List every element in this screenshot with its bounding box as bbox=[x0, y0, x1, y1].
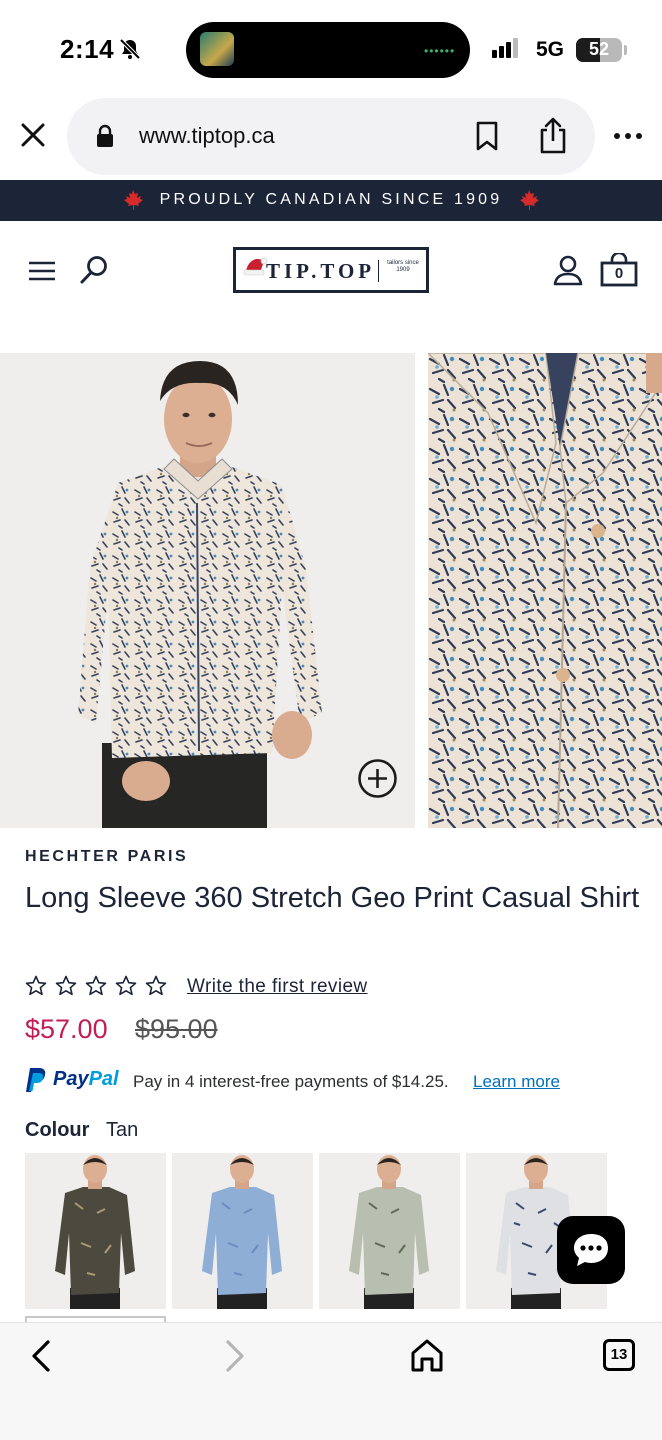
zoom-plus-icon[interactable] bbox=[357, 758, 398, 799]
sale-price: $57.00 bbox=[25, 1014, 108, 1044]
swatch-sage-photo bbox=[319, 1153, 460, 1309]
star-outline-icon bbox=[145, 975, 167, 996]
bell-muted-icon bbox=[119, 38, 141, 60]
collar-detail-illustration bbox=[428, 353, 662, 828]
logo-tagline: tailors since 1909 bbox=[387, 260, 419, 273]
lock-icon bbox=[97, 124, 113, 147]
paypal-message: Pay in 4 interest-free payments of $14.2… bbox=[133, 1072, 449, 1091]
announcement-bar: PROUDLY CANADIAN SINCE 1909 bbox=[0, 180, 662, 221]
close-icon[interactable] bbox=[18, 120, 48, 150]
audio-waveform-icon: •••••• bbox=[424, 44, 456, 58]
battery-percent: 52 bbox=[588, 39, 610, 59]
logo-divider bbox=[378, 260, 379, 282]
product-title: Long Sleeve 360 Stretch Geo Print Casual… bbox=[25, 882, 640, 914]
account-icon[interactable] bbox=[553, 254, 583, 286]
swatch-dark-floral-photo bbox=[25, 1153, 166, 1309]
rating-stars bbox=[25, 975, 175, 1002]
cart-count: 0 bbox=[614, 265, 624, 282]
more-icon[interactable] bbox=[612, 126, 644, 146]
product-brand[interactable]: HECHTER PARIS bbox=[25, 848, 188, 866]
cellular-signal-icon bbox=[492, 38, 520, 58]
product-gallery[interactable] bbox=[0, 353, 662, 828]
santa-hat-icon bbox=[243, 257, 268, 276]
colour-swatch[interactable] bbox=[319, 1153, 460, 1309]
model-front-photo[interactable] bbox=[0, 353, 415, 828]
swatch-blue-photo bbox=[172, 1153, 313, 1309]
chat-button[interactable] bbox=[557, 1216, 625, 1284]
status-bar: 2:14 •••••• 5G 52 bbox=[0, 0, 662, 100]
star-outline-icon bbox=[115, 975, 137, 996]
share-icon[interactable] bbox=[538, 116, 568, 154]
collar-detail-photo[interactable] bbox=[428, 353, 662, 828]
home-icon[interactable] bbox=[410, 1337, 444, 1373]
logo-wordmark: TIP.TOP bbox=[266, 259, 376, 283]
paypal-word-pal: Pal bbox=[88, 1068, 119, 1090]
star-outline-icon bbox=[85, 975, 107, 996]
tabs-icon[interactable]: 13 bbox=[603, 1339, 635, 1371]
colour-label: Colour bbox=[25, 1119, 90, 1141]
write-review-link[interactable]: Write the first review bbox=[187, 976, 368, 998]
chat-bubble-icon bbox=[574, 1234, 608, 1266]
forward-icon[interactable] bbox=[220, 1338, 248, 1374]
compare-price: $95.00 bbox=[135, 1014, 218, 1044]
battery-tip bbox=[624, 45, 627, 55]
tab-count: 13 bbox=[610, 1346, 628, 1363]
model-front-illustration bbox=[0, 353, 415, 828]
url-text[interactable]: www.tiptop.ca bbox=[139, 123, 275, 149]
paypal-wordmark: PayPal bbox=[53, 1068, 119, 1091]
colour-swatch[interactable] bbox=[172, 1153, 313, 1309]
battery-icon: 52 bbox=[576, 38, 622, 62]
browser-toolbar bbox=[0, 1322, 662, 1440]
bookmark-icon[interactable] bbox=[474, 121, 500, 151]
star-outline-icon bbox=[25, 975, 47, 996]
announcement-text: PROUDLY CANADIAN SINCE 1909 bbox=[159, 191, 503, 208]
paypal-word-pay: Pay bbox=[53, 1068, 89, 1090]
status-time: 2:14 bbox=[60, 34, 115, 64]
colour-value: Tan bbox=[106, 1119, 139, 1141]
back-icon[interactable] bbox=[28, 1338, 56, 1374]
site-logo[interactable]: TIP.TOP tailors since 1909 bbox=[233, 247, 429, 293]
search-icon[interactable] bbox=[79, 254, 109, 286]
maple-leaf-icon bbox=[520, 190, 539, 210]
paypal-learn-more-link[interactable]: Learn more bbox=[473, 1072, 560, 1092]
menu-icon[interactable] bbox=[28, 260, 56, 282]
star-outline-icon bbox=[55, 975, 77, 996]
album-art-icon bbox=[200, 32, 234, 66]
paypal-logo-icon bbox=[26, 1068, 46, 1092]
colour-swatch[interactable] bbox=[25, 1153, 166, 1309]
network-type: 5G bbox=[536, 38, 565, 61]
